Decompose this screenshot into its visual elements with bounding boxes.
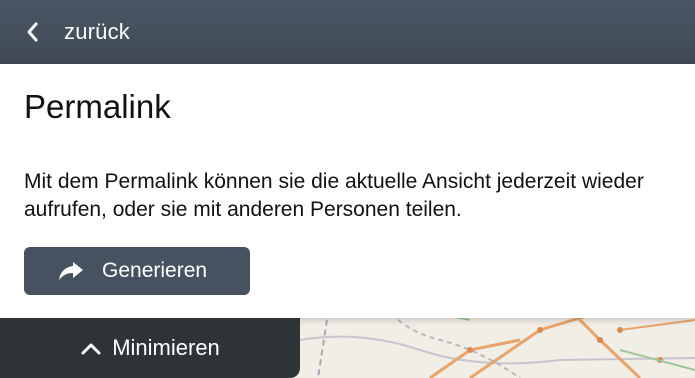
- panel-header: zurück: [0, 0, 695, 64]
- chevron-left-icon: [24, 21, 42, 43]
- panel-title: Permalink: [24, 88, 171, 125]
- minimize-label: Minimieren: [112, 335, 220, 360]
- panel-description: Mit dem Permalink können sie die aktuell…: [24, 170, 644, 221]
- app-root: zurück Permalink Mit dem Permalink könne…: [0, 0, 695, 378]
- back-label: zurück: [64, 19, 130, 44]
- permalink-panel: Permalink Mit dem Permalink können sie d…: [0, 64, 695, 318]
- minimize-button[interactable]: Minimieren: [0, 318, 300, 378]
- generate-button[interactable]: Generieren: [24, 247, 250, 295]
- back-button[interactable]: zurück: [0, 0, 130, 64]
- generate-button-label: Generieren: [102, 259, 208, 282]
- share-arrow-icon: [58, 261, 84, 281]
- chevron-up-icon: [80, 341, 102, 355]
